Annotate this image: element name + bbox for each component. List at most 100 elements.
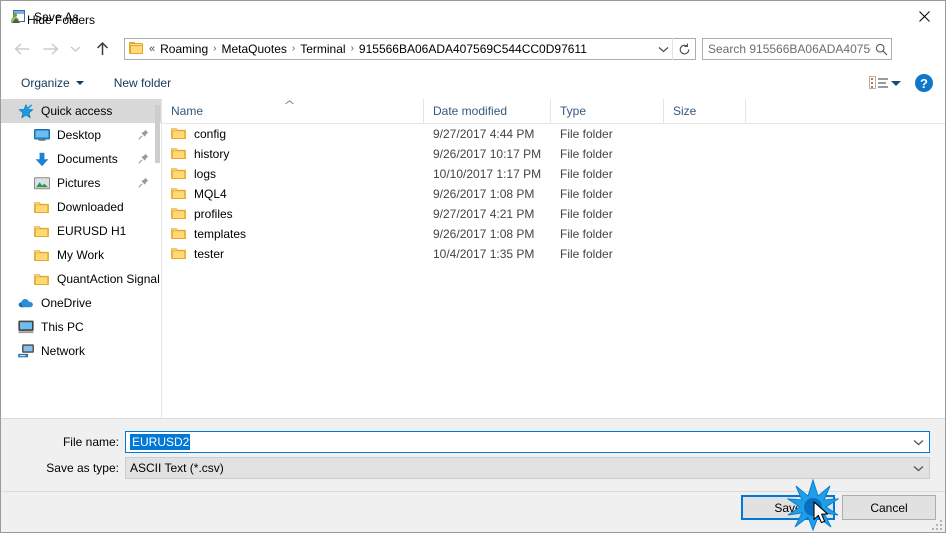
file-rows-container: config 9/27/2017 4:44 PM File folder histor… — [162, 124, 945, 264]
breadcrumb-item-guid[interactable]: 915566BA06ADA407569C544CC0D97611 — [356, 39, 590, 59]
sidebar-item-quick-access[interactable]: Quick access — [1, 99, 161, 123]
title-bar: Save As — [1, 1, 945, 32]
breadcrumb-overflow[interactable]: « — [148, 43, 157, 55]
chevron-down-icon — [75, 81, 84, 85]
save-as-type-chevron-down-icon[interactable] — [913, 458, 924, 478]
file-name-value[interactable]: EURUSD2 — [130, 434, 191, 450]
file-date-cell: 9/26/2017 10:17 PM — [433, 147, 542, 161]
sidebar-item-downloaded[interactable]: Downloaded — [1, 195, 161, 219]
cloud-icon — [18, 295, 34, 311]
address-bar[interactable]: « Roaming › MetaQuotes › Terminal › 9155… — [124, 38, 696, 60]
up-arrow-icon[interactable] — [89, 36, 115, 62]
folder-icon — [34, 271, 50, 287]
recent-locations-chevron-icon[interactable] — [65, 36, 85, 62]
file-type-cell: File folder — [560, 227, 613, 241]
column-header-date-modified[interactable]: Date modified — [424, 99, 551, 123]
new-folder-button[interactable]: New folder — [106, 71, 179, 95]
table-row[interactable]: profiles 9/27/2017 4:21 PM File folder — [162, 204, 945, 224]
hide-folders-toggle[interactable]: Hide Folders — [12, 13, 95, 27]
toolbar-right-group: ? — [869, 67, 945, 99]
sidebar-item-pictures[interactable]: Pictures — [1, 171, 161, 195]
navigation-pane: Quick access Desktop Documents Pictures Down… — [1, 99, 161, 418]
sidebar-item-network[interactable]: Network — [1, 339, 161, 363]
organize-label: Organize — [21, 76, 70, 90]
save-as-type-value: ASCII Text (*.csv) — [130, 461, 224, 475]
file-type-cell: File folder — [560, 207, 613, 221]
file-name-cell: MQL4 — [162, 187, 424, 201]
file-name-cell: tester — [162, 247, 424, 261]
file-date-cell: 9/26/2017 1:08 PM — [433, 187, 535, 201]
resize-grip[interactable] — [929, 517, 942, 530]
folder-icon — [34, 199, 50, 215]
table-row[interactable]: tester 10/4/2017 1:35 PM File folder — [162, 244, 945, 264]
column-header-size[interactable]: Size — [664, 99, 746, 123]
file-type-cell: File folder — [560, 167, 613, 181]
folder-icon — [129, 42, 145, 56]
sidebar-item-label: This PC — [41, 320, 84, 334]
file-name-input[interactable]: EURUSD2 — [125, 431, 930, 453]
close-button[interactable] — [901, 1, 945, 31]
file-date-cell: 9/27/2017 4:21 PM — [433, 207, 535, 221]
breadcrumb-separator-icon[interactable]: › — [290, 39, 297, 59]
file-name-text: MQL4 — [194, 187, 227, 201]
sidebar-item-label: Quick access — [41, 104, 113, 118]
organize-button[interactable]: Organize — [13, 71, 92, 95]
sidebar-item-onedrive[interactable]: OneDrive — [1, 291, 161, 315]
search-box[interactable]: Search 915566BA06ADA40756... — [702, 38, 892, 60]
file-name-cell: profiles — [162, 207, 424, 221]
breadcrumb-item-metaquotes[interactable]: MetaQuotes — [219, 39, 290, 59]
save-button[interactable]: Save — [741, 495, 835, 520]
file-date-cell: 9/26/2017 1:08 PM — [433, 227, 535, 241]
column-header-name-label: Name — [171, 104, 204, 118]
sidebar-item-label: Pictures — [57, 176, 101, 190]
cancel-button-label: Cancel — [870, 500, 908, 515]
refresh-icon[interactable] — [672, 38, 695, 60]
column-header-type[interactable]: Type — [551, 99, 664, 123]
chevron-up-icon — [12, 17, 20, 23]
table-row[interactable]: MQL4 9/26/2017 1:08 PM File folder — [162, 184, 945, 204]
breadcrumb-item-terminal[interactable]: Terminal — [297, 39, 348, 59]
forward-arrow-icon[interactable] — [37, 36, 63, 62]
table-row[interactable]: history 9/26/2017 10:17 PM File folder — [162, 144, 945, 164]
sidebar-scrollbar-thumb[interactable] — [155, 105, 160, 163]
breadcrumb-separator-icon[interactable]: › — [211, 39, 218, 59]
sidebar-item-label: Documents — [57, 152, 118, 166]
pin-icon[interactable] — [138, 177, 149, 191]
save-as-dialog: Save As « Roaming › MetaQuotes › Termina… — [0, 0, 946, 533]
table-row[interactable]: logs 10/10/2017 1:17 PM File folder — [162, 164, 945, 184]
sidebar-item-this-pc[interactable]: This PC — [1, 315, 161, 339]
file-name-cell: logs — [162, 167, 424, 181]
sidebar-item-quantaction-signal[interactable]: QuantAction Signal — [1, 267, 161, 291]
help-icon[interactable]: ? — [915, 74, 933, 92]
help-label: ? — [920, 75, 928, 91]
file-name-text: logs — [194, 167, 217, 181]
breadcrumb-item-roaming[interactable]: Roaming — [157, 39, 211, 59]
folder-icon — [34, 247, 50, 263]
sidebar-item-eurusd-h1[interactable]: EURUSD H1 — [1, 219, 161, 243]
file-name-chevron-down-icon[interactable] — [913, 432, 924, 452]
view-chevron-down-icon[interactable] — [891, 80, 901, 86]
column-header-name[interactable]: Name — [162, 99, 424, 123]
view-layout-icon[interactable] — [869, 75, 889, 91]
save-as-type-row: Save as type: ASCII Text (*.csv) — [1, 457, 930, 479]
pin-icon[interactable] — [138, 129, 149, 143]
back-arrow-icon[interactable] — [9, 36, 35, 62]
save-as-type-select[interactable]: ASCII Text (*.csv) — [125, 457, 930, 479]
cancel-button[interactable]: Cancel — [842, 495, 936, 520]
address-chevron-down-icon[interactable] — [654, 46, 672, 53]
breadcrumb-separator-icon[interactable]: › — [349, 39, 356, 59]
pin-icon[interactable] — [138, 153, 149, 167]
sidebar-item-documents[interactable]: Documents — [1, 147, 161, 171]
sidebar-item-desktop[interactable]: Desktop — [1, 123, 161, 147]
table-row[interactable]: config 9/27/2017 4:44 PM File folder — [162, 124, 945, 144]
save-as-type-label: Save as type: — [46, 461, 119, 475]
search-input[interactable]: Search 915566BA06ADA40756... — [708, 42, 871, 56]
star-icon — [18, 103, 34, 119]
folder-icon — [171, 227, 187, 241]
sort-ascending-icon — [285, 100, 294, 105]
sidebar-item-my-work[interactable]: My Work — [1, 243, 161, 267]
browser-body: Quick access Desktop Documents Pictures Down… — [1, 99, 945, 418]
file-name-row: File name: EURUSD2 — [1, 431, 930, 453]
table-row[interactable]: templates 9/26/2017 1:08 PM File folder — [162, 224, 945, 244]
save-form: File name: EURUSD2 Save as type: ASCII T… — [1, 418, 945, 492]
